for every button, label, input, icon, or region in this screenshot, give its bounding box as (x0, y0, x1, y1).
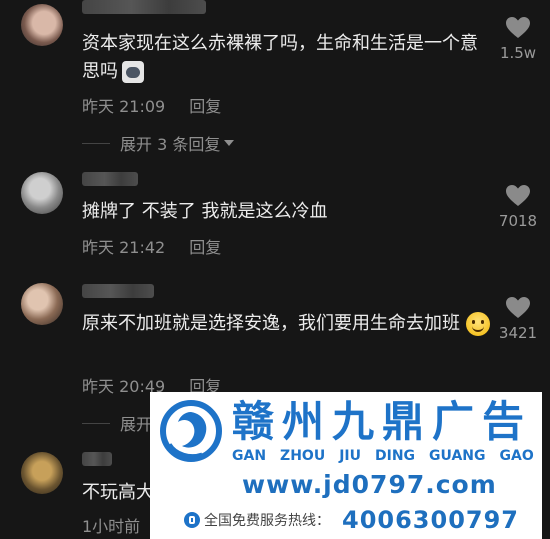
chevron-down-icon (224, 140, 235, 146)
avatar[interactable] (21, 283, 63, 325)
like-button[interactable]: 3421 (494, 296, 542, 342)
expand-replies-button[interactable]: 展开 3 条回复 (82, 131, 235, 155)
like-button[interactable]: 1.5w (494, 16, 542, 62)
heart-icon (506, 185, 530, 206)
expand-label: 展开 3 条回复 (120, 135, 221, 154)
ad-pinyin: GAN ZHOU JIU DING GUANG GAO (232, 448, 548, 464)
pinyin-syllable: GUANG (429, 448, 486, 464)
avatar[interactable] (21, 452, 63, 494)
smile-emoji-icon (466, 312, 490, 336)
company-logo-icon (160, 400, 222, 462)
avatar[interactable] (21, 4, 63, 46)
username-redacted[interactable] (82, 172, 138, 186)
pinyin-syllable: ZHOU (280, 448, 326, 464)
comment-meta: 昨天 21:42 回复 (82, 234, 221, 258)
comment-time: 1小时前 (82, 517, 141, 536)
comment-meta: 昨天 21:09 回复 (82, 93, 221, 117)
expand-replies-button[interactable]: 展开 (82, 411, 152, 435)
comment-time: 昨天 21:42 (82, 238, 166, 257)
like-count: 7018 (498, 212, 538, 230)
username-redacted[interactable] (82, 0, 206, 14)
ad-brand-name: 赣州九鼎广告 (232, 397, 533, 446)
reply-button[interactable]: 回复 (189, 238, 221, 257)
expand-label: 展开 (120, 415, 153, 434)
pinyin-syllable: DING (374, 448, 416, 464)
hotline-label: 全国免费服务热线： (204, 513, 330, 529)
avatar[interactable] (21, 172, 63, 214)
comment-text: 资本家现在这么赤裸裸了吗，生命和生活是一个意思吗 (82, 30, 492, 86)
comment-time: 昨天 21:09 (82, 97, 166, 116)
hotline-number: 4006300797 (342, 506, 519, 534)
username-redacted[interactable] (82, 452, 112, 466)
ad-hotline: 全国免费服务热线： 4006300797 (184, 506, 519, 534)
heart-icon (506, 297, 530, 318)
divider-line (82, 142, 110, 144)
advertisement-banner: 赣州九鼎广告 GAN ZHOU JIU DING GUANG GAO www.j… (150, 392, 542, 539)
divider-line (82, 422, 110, 424)
heart-icon (506, 17, 530, 38)
comment-text: 摊牌了 不装了 我就是这么冷血 (82, 201, 328, 222)
pinyin-syllable: JIU (339, 448, 361, 464)
pinyin-syllable: GAN (232, 448, 267, 464)
comment-text: 原来不加班就是选择安逸，我们要用生命去加班 (82, 310, 492, 338)
phone-icon (184, 512, 200, 528)
pinyin-syllable: GAO (499, 448, 534, 464)
like-count: 3421 (498, 324, 538, 342)
cat-emoji-icon (122, 61, 144, 83)
like-count: 1.5w (499, 44, 537, 62)
username-redacted[interactable] (82, 284, 154, 298)
ad-url: www.jd0797.com (242, 470, 497, 499)
reply-button[interactable]: 回复 (189, 97, 221, 116)
like-button[interactable]: 7018 (494, 184, 542, 230)
comment-body: 原来不加班就是选择安逸，我们要用生命去加班 (82, 313, 460, 334)
